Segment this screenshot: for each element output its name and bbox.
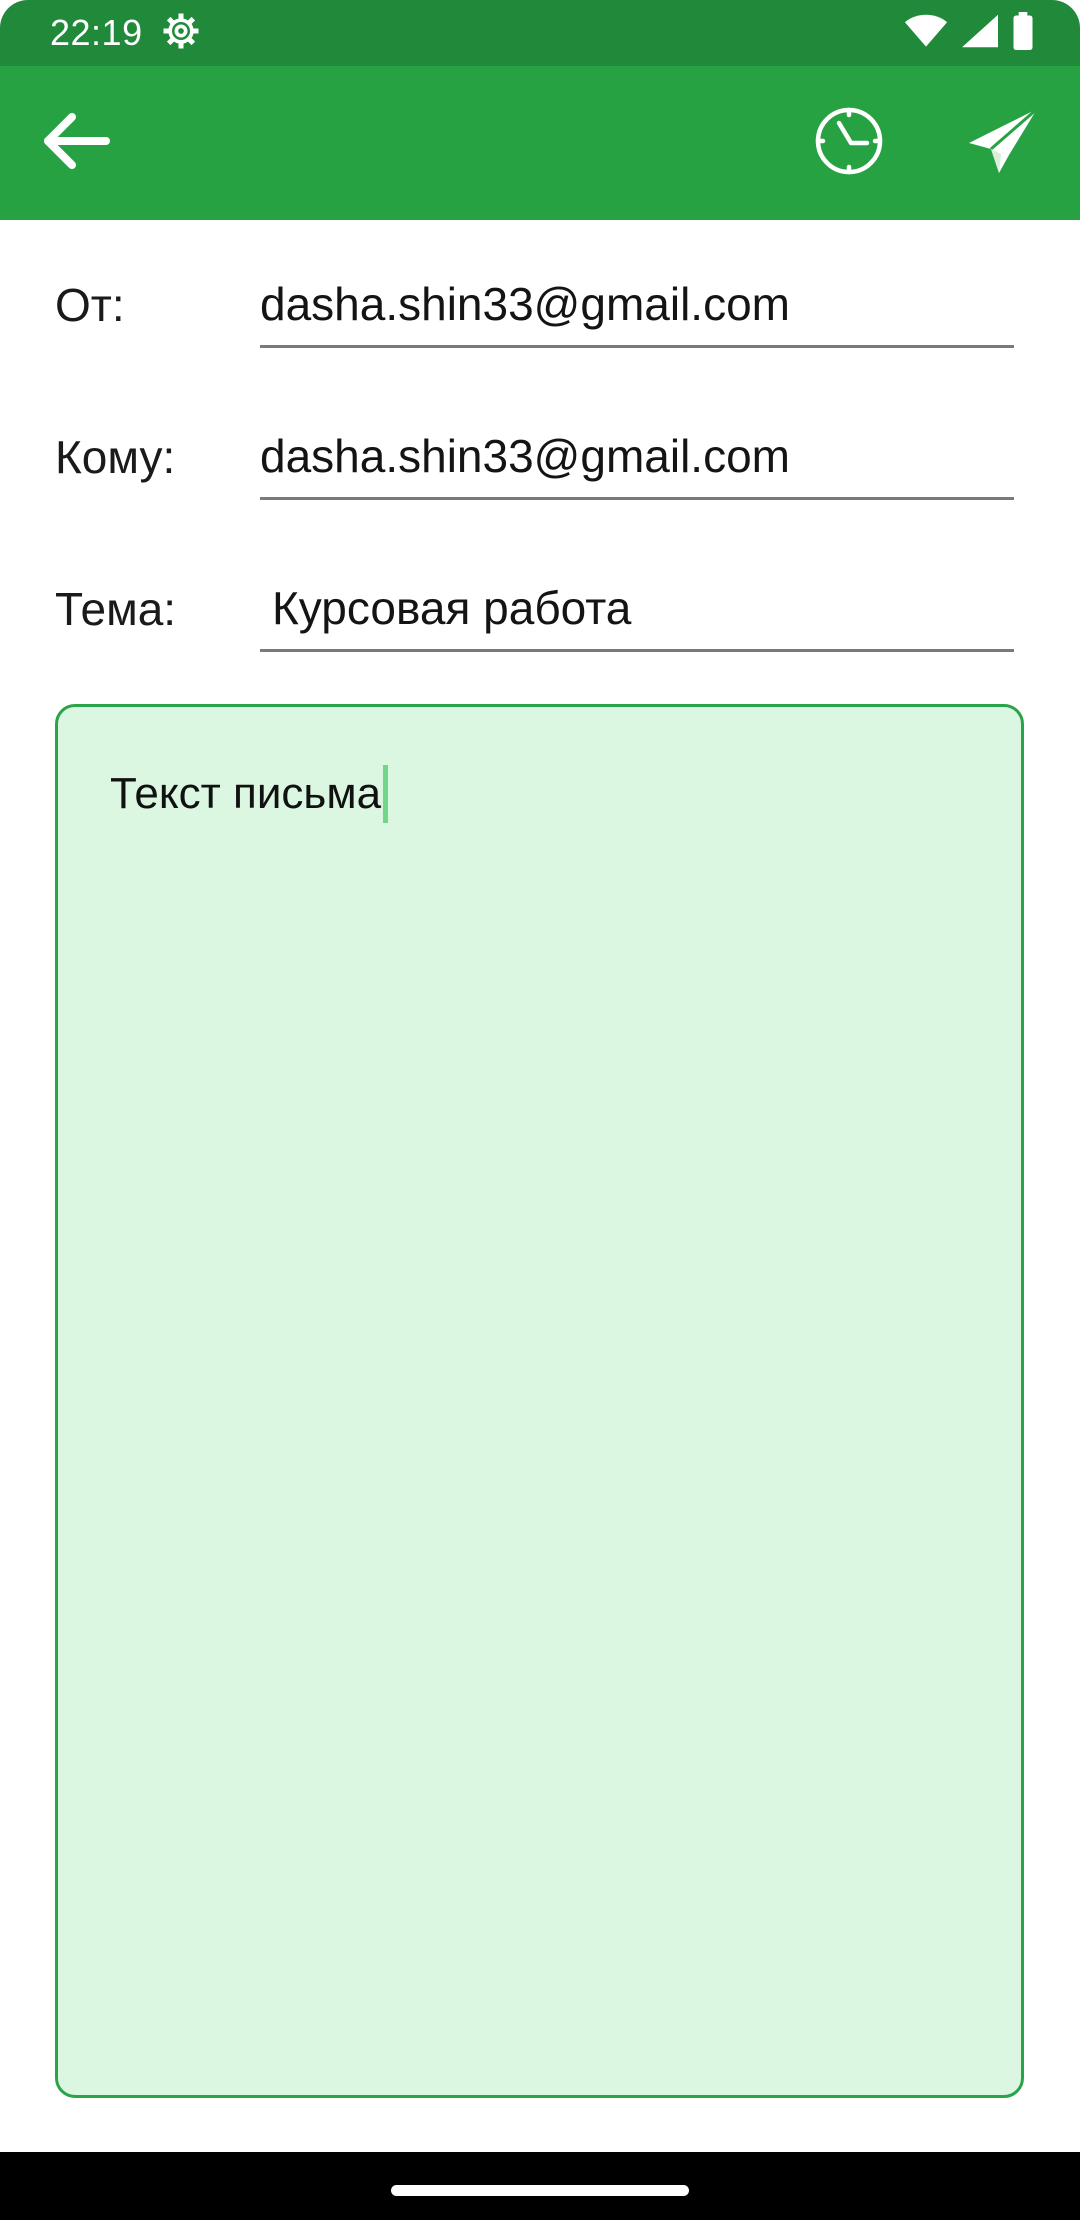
subject-row: Тема: xyxy=(0,566,1080,666)
back-arrow-icon xyxy=(40,111,114,176)
status-time: 22:19 xyxy=(50,12,143,53)
send-button[interactable] xyxy=(928,66,1078,220)
status-bar: 22:19 xyxy=(0,0,1080,66)
wifi-icon xyxy=(904,14,948,53)
to-row: Кому: xyxy=(0,414,1080,514)
to-input[interactable] xyxy=(260,414,1014,500)
subject-input[interactable] xyxy=(260,566,1014,652)
status-left: 22:19 xyxy=(50,11,201,56)
schedule-clock-icon xyxy=(813,105,885,182)
from-label: От: xyxy=(55,279,125,331)
cellular-signal-icon xyxy=(962,14,998,53)
message-body-text: Текст письма xyxy=(110,769,382,818)
from-input[interactable] xyxy=(260,262,1014,348)
app-bar xyxy=(0,66,1080,220)
home-gesture-handle[interactable] xyxy=(391,2185,689,2196)
message-body-content: Текст письма xyxy=(110,765,389,823)
text-cursor xyxy=(383,765,389,823)
settings-gear-icon xyxy=(161,11,201,56)
send-paper-plane-icon xyxy=(967,107,1039,180)
to-label: Кому: xyxy=(55,431,176,483)
battery-icon xyxy=(1012,11,1034,55)
compose-screen: 22:19 От: dasha.shin33@gmail.com Кому: d… xyxy=(0,0,1080,2220)
back-button[interactable] xyxy=(2,66,152,220)
schedule-send-button[interactable] xyxy=(774,66,924,220)
status-right xyxy=(904,11,1034,55)
navigation-bar xyxy=(0,2152,1080,2220)
message-body-input[interactable]: Текст письма xyxy=(55,704,1024,2098)
from-row: От: xyxy=(0,262,1080,362)
subject-label: Тема: xyxy=(55,583,177,635)
